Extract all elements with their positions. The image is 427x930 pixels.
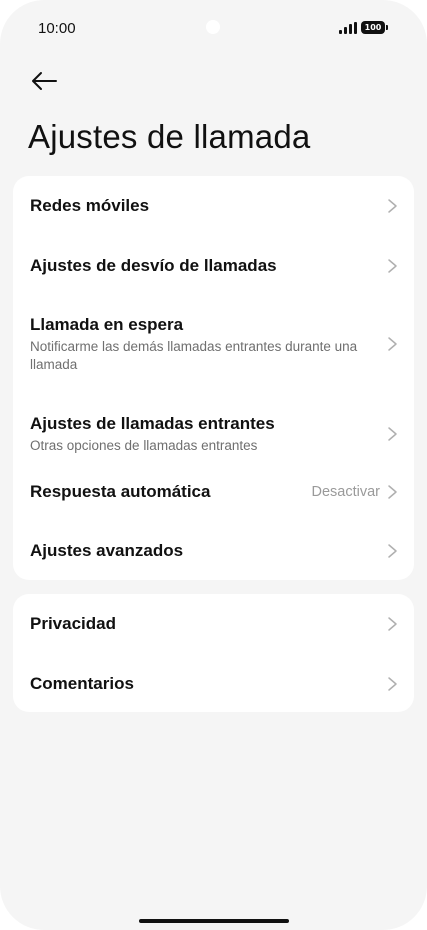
item-llamada-en-espera[interactable]: Llamada en espera Notificarme las demás … — [13, 296, 414, 392]
back-button[interactable] — [26, 66, 62, 96]
item-subtitle: Notificarme las demás llamadas entrantes… — [30, 339, 358, 372]
chevron-right-icon — [388, 485, 397, 499]
camera-cutout — [206, 20, 220, 34]
settings-group-other: Privacidad Comentarios — [13, 594, 414, 712]
home-indicator[interactable] — [139, 919, 289, 923]
chevron-right-icon — [388, 544, 397, 558]
item-respuesta-automatica[interactable]: Respuesta automática Desactivar — [13, 462, 414, 522]
chevron-right-icon — [388, 617, 397, 631]
item-title: Llamada en espera — [30, 315, 184, 334]
item-value: Desactivar — [311, 484, 381, 500]
settings-group-calls: Redes móviles Ajustes de desvío de llama… — [13, 176, 414, 580]
chevron-right-icon — [388, 199, 397, 213]
item-redes-moviles[interactable]: Redes móviles — [13, 176, 414, 236]
item-privacidad[interactable]: Privacidad — [13, 594, 414, 654]
item-ajustes-avanzados[interactable]: Ajustes avanzados — [13, 521, 414, 581]
item-title: Comentarios — [30, 674, 134, 693]
battery-icon: 100 — [361, 21, 388, 34]
phone-screen: 10:00 100 Ajustes de llamada Redes móvil… — [0, 0, 427, 930]
status-time: 10:00 — [38, 20, 76, 37]
item-desvio-llamadas[interactable]: Ajustes de desvío de llamadas — [13, 236, 414, 296]
chevron-right-icon — [388, 427, 397, 441]
item-title: Ajustes de desvío de llamadas — [30, 256, 277, 275]
page-title: Ajustes de llamada — [28, 118, 311, 155]
item-title: Ajustes de llamadas entrantes — [30, 414, 275, 433]
chevron-right-icon — [388, 259, 397, 273]
chevron-right-icon — [388, 677, 397, 691]
arrow-left-icon — [32, 72, 57, 90]
signal-icon — [339, 22, 357, 34]
item-title: Redes móviles — [30, 196, 150, 215]
item-title: Ajustes avanzados — [30, 541, 184, 560]
chevron-right-icon — [388, 337, 397, 351]
item-subtitle: Otras opciones de llamadas entrantes — [30, 438, 258, 453]
item-comentarios[interactable]: Comentarios — [13, 654, 414, 714]
status-bar: 10:00 100 — [0, 0, 427, 58]
item-title: Respuesta automática — [30, 482, 211, 501]
item-title: Privacidad — [30, 614, 116, 633]
